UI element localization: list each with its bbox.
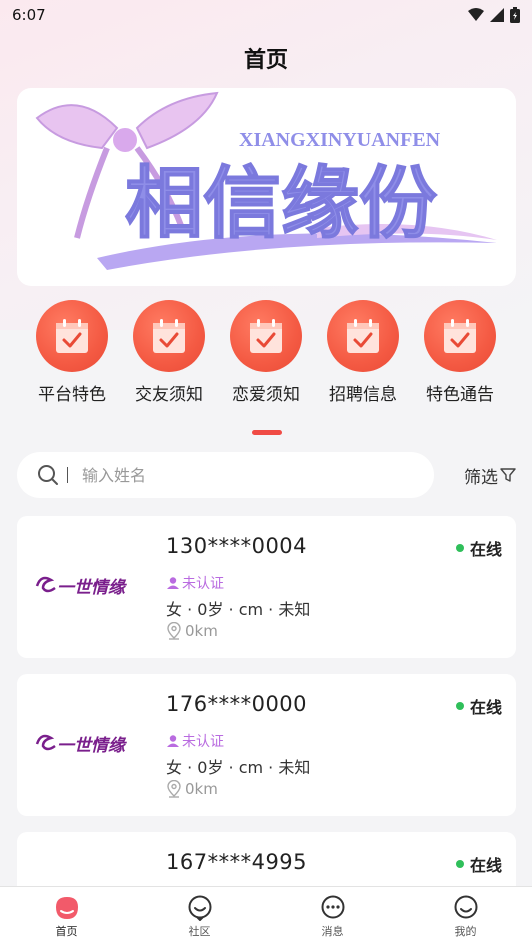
calendar-check-icon bbox=[133, 300, 205, 372]
search-row: 筛选 bbox=[17, 452, 516, 498]
verify-label: 未认证 bbox=[182, 734, 224, 750]
menu-item-jobs[interactable]: 招聘信息 bbox=[313, 300, 413, 405]
card-logo: 一世情缘 bbox=[35, 576, 127, 598]
online-status: 在线 bbox=[455, 536, 502, 560]
user-info: 女 · 0岁 · cm · 未知 bbox=[166, 600, 311, 619]
online-dot-icon bbox=[455, 544, 464, 552]
tab-community[interactable]: 社区 bbox=[133, 887, 266, 946]
user-name: 176****0000 bbox=[166, 692, 308, 716]
user-name: 167****4995 bbox=[166, 850, 308, 874]
page-indicator bbox=[252, 430, 282, 435]
menu-item-platform[interactable]: 平台特色 bbox=[22, 300, 122, 405]
tab-home[interactable]: 首页 bbox=[0, 887, 133, 946]
verify-label: 未认证 bbox=[182, 576, 224, 592]
tab-label: 我的 bbox=[454, 925, 477, 938]
menu-item-dating-notice[interactable]: 交友须知 bbox=[119, 300, 219, 405]
tab-label: 首页 bbox=[55, 925, 78, 938]
calendar-check-icon bbox=[424, 300, 496, 372]
tab-label: 消息 bbox=[321, 925, 344, 938]
menu-label: 平台特色 bbox=[38, 385, 106, 405]
online-label: 在线 bbox=[469, 540, 502, 559]
menu-label: 恋爱须知 bbox=[232, 385, 300, 405]
card-logo: 一世情缘 bbox=[35, 734, 127, 756]
online-status: 在线 bbox=[455, 694, 502, 718]
search-separator bbox=[67, 467, 68, 483]
online-status: 在线 bbox=[455, 852, 502, 876]
user-card[interactable]: 一世情缘 130****0004 在线 未认证 女 · 0岁 · cm · 未知… bbox=[17, 516, 516, 658]
svg-text:一世情缘: 一世情缘 bbox=[57, 736, 127, 756]
status-icons bbox=[468, 7, 520, 23]
user-info: 女 · 0岁 · cm · 未知 bbox=[166, 758, 311, 777]
location-pin-icon bbox=[167, 780, 181, 798]
search-input[interactable] bbox=[82, 465, 382, 485]
profile-icon bbox=[454, 895, 477, 919]
menu-item-announcements[interactable]: 特色通告 bbox=[410, 300, 510, 405]
menu-label: 特色通告 bbox=[426, 385, 494, 405]
filter-label: 筛选 bbox=[464, 467, 498, 488]
distance-label: 0km bbox=[185, 622, 218, 640]
search-icon bbox=[38, 465, 58, 485]
filter-button[interactable]: 筛选 bbox=[464, 452, 516, 498]
tab-messages[interactable]: 消息 bbox=[266, 887, 399, 946]
bottom-tab-bar: 首页 社区 消息 我的 bbox=[0, 886, 532, 946]
user-name: 130****0004 bbox=[166, 534, 308, 558]
status-bar: 6:07 bbox=[0, 0, 532, 30]
banner[interactable]: XIANGXINYUANFEN 相信缘份 bbox=[17, 88, 516, 286]
feature-menu: 平台特色 交友须知 恋爱须知 招聘信息 特色通告 bbox=[0, 300, 532, 410]
user-card[interactable]: 一世情缘 176****0000 在线 未认证 女 · 0岁 · cm · 未知… bbox=[17, 674, 516, 816]
calendar-check-icon bbox=[327, 300, 399, 372]
community-icon bbox=[188, 895, 211, 921]
user-icon bbox=[167, 735, 179, 747]
user-icon bbox=[167, 577, 179, 589]
distance: 0km bbox=[166, 622, 218, 640]
online-label: 在线 bbox=[469, 698, 502, 717]
banner-title: 相信缘份 bbox=[125, 159, 437, 249]
tab-label: 社区 bbox=[188, 925, 211, 938]
location-pin-icon bbox=[167, 622, 181, 640]
verify-badge: 未认证 bbox=[166, 731, 224, 751]
status-time: 6:07 bbox=[12, 6, 46, 24]
online-dot-icon bbox=[455, 860, 464, 868]
signal-icon bbox=[490, 8, 504, 22]
home-icon bbox=[55, 897, 78, 919]
tab-profile[interactable]: 我的 bbox=[399, 887, 532, 946]
menu-item-love-notice[interactable]: 恋爱须知 bbox=[216, 300, 316, 405]
online-dot-icon bbox=[455, 702, 464, 710]
online-label: 在线 bbox=[469, 856, 502, 875]
verify-badge: 未认证 bbox=[166, 573, 224, 593]
menu-label: 招聘信息 bbox=[329, 385, 397, 405]
search-box[interactable] bbox=[17, 452, 434, 498]
distance-label: 0km bbox=[185, 780, 218, 798]
banner-latin: XIANGXINYUANFEN bbox=[239, 129, 441, 151]
banner-artwork: XIANGXINYUANFEN 相信缘份 bbox=[35, 91, 497, 270]
battery-icon bbox=[510, 7, 520, 23]
calendar-check-icon bbox=[230, 300, 302, 372]
wifi-icon bbox=[468, 8, 484, 21]
svg-text:一世情缘: 一世情缘 bbox=[57, 578, 127, 598]
menu-label: 交友须知 bbox=[135, 385, 203, 405]
page-title: 首页 bbox=[243, 48, 288, 73]
calendar-check-icon bbox=[36, 300, 108, 372]
distance: 0km bbox=[166, 780, 218, 798]
filter-icon bbox=[500, 468, 516, 482]
message-icon bbox=[321, 895, 344, 919]
